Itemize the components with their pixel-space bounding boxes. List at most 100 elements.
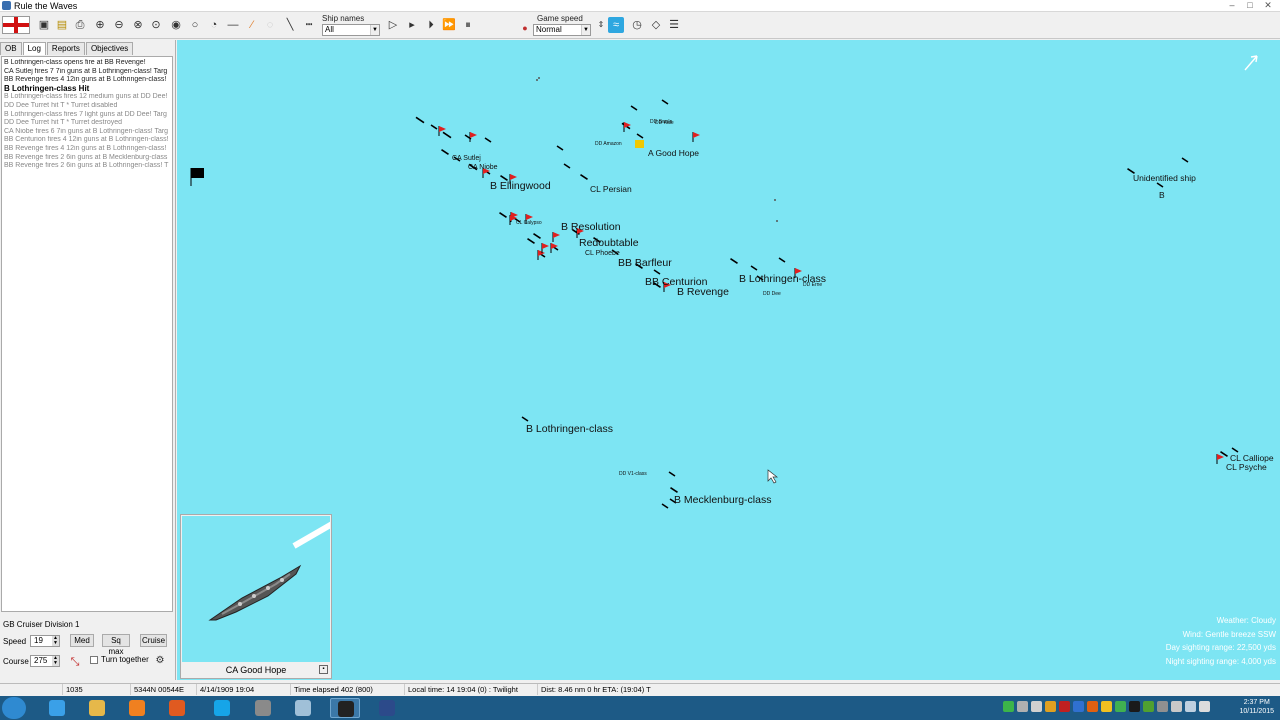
ship-label[interactable]: CL Psyche: [1226, 462, 1267, 472]
tray-icon[interactable]: [1059, 701, 1070, 712]
taskbar-app[interactable]: [288, 698, 318, 718]
ship-label[interactable]: B Ellingwood: [490, 180, 551, 192]
cruise-button[interactable]: Cruise: [140, 634, 167, 647]
zoom-fit-icon[interactable]: ⊗: [130, 17, 146, 33]
clock-icon[interactable]: ◷: [629, 17, 645, 33]
set-course-icon[interactable]: ⤡: [67, 654, 83, 670]
ship-label[interactable]: CL Persian: [590, 184, 632, 194]
ship-names-select[interactable]: All ▼: [322, 24, 380, 36]
ship-label[interactable]: DD Erne: [803, 282, 822, 288]
tab-objectives[interactable]: Objectives: [85, 42, 134, 55]
pause-icon[interactable]: ⏸: [460, 17, 476, 33]
close-button[interactable]: ✕: [1260, 0, 1276, 10]
ship-label[interactable]: B Mecklenburg-class: [674, 494, 771, 506]
zoom-reset-icon[interactable]: ⊙: [148, 17, 164, 33]
tactical-map[interactable]: B Ellingwood CL Persian A Good Hope B Resol…: [177, 40, 1280, 680]
lock-icon[interactable]: ▪: [319, 665, 328, 674]
save-icon[interactable]: ▣: [36, 17, 52, 33]
gear-icon[interactable]: ⚙: [152, 653, 168, 669]
step-5-icon[interactable]: ▸: [404, 17, 420, 33]
ship-label[interactable]: B Resolution: [561, 221, 621, 233]
clock[interactable]: 2:37 PM 10/11/2015: [1239, 698, 1274, 716]
tray-icon[interactable]: [1045, 701, 1056, 712]
print-icon[interactable]: ⎙: [72, 17, 88, 33]
taskbar-media[interactable]: [122, 698, 152, 718]
tray-icon[interactable]: [1073, 701, 1084, 712]
taskbar-skype[interactable]: [207, 698, 237, 718]
ship-label[interactable]: BB Barfleur: [618, 257, 672, 269]
tray-icon[interactable]: [1087, 701, 1098, 712]
ship-label[interactable]: CL Phoebe: [585, 250, 620, 257]
play-step-icon[interactable]: ▷: [385, 17, 401, 33]
ship-label[interactable]: DD Swale: [650, 119, 672, 125]
settings-icon[interactable]: ☰: [666, 17, 682, 33]
speed-input[interactable]: 19 ▲ ▼: [30, 635, 60, 647]
tray-icon[interactable]: [1129, 701, 1140, 712]
ship-label[interactable]: CA Niobe: [468, 164, 498, 171]
formation-icon[interactable]: ┅: [301, 17, 317, 33]
ship-label[interactable]: B: [1159, 190, 1165, 200]
stop-icon[interactable]: ●: [519, 22, 531, 34]
tray-icon[interactable]: [1143, 701, 1154, 712]
tray-icon[interactable]: [1003, 701, 1014, 712]
zoom-out-icon[interactable]: ⊖: [111, 17, 127, 33]
diamond-icon[interactable]: ◇: [648, 17, 664, 33]
range-circle-icon[interactable]: ○: [187, 17, 203, 33]
ship-label[interactable]: CL Calypso: [516, 220, 542, 226]
step-15-icon[interactable]: ⏵: [423, 17, 439, 33]
ship-label[interactable]: B Lothringen-class: [526, 423, 613, 435]
tray-icon[interactable]: [1115, 701, 1126, 712]
ship-label[interactable]: Unidentified ship: [1133, 173, 1196, 183]
ship-label[interactable]: DD Dee: [763, 291, 781, 297]
spinner-arrows-icon[interactable]: ▲ ▼: [52, 656, 59, 666]
tray-icon[interactable]: [1199, 701, 1210, 712]
log-entry: B Lothringen-class Hit: [4, 84, 90, 93]
toolbar: ▣ ▤ ⎙ ⊕ ⊖ ⊗ ⊙ ◉ ○ ◔ — ⁄ ◌ ╲ ┅ Ship names…: [0, 12, 1280, 39]
med-speed-button[interactable]: Med: [70, 634, 94, 647]
line-icon[interactable]: —: [225, 17, 241, 33]
speed-spinner-icon[interactable]: ⇕: [593, 17, 609, 33]
panel-tabs: OB Log Reports Objectives: [0, 42, 134, 56]
taskbar-firefox[interactable]: [162, 698, 192, 718]
taskbar-ie[interactable]: [42, 698, 72, 718]
sq-max-button[interactable]: Sq max: [102, 634, 130, 656]
notes-icon[interactable]: ▤: [54, 17, 70, 33]
taskbar-rtw[interactable]: [372, 698, 402, 718]
ship-marker: [1156, 182, 1164, 188]
turn-together-checkbox[interactable]: [90, 656, 98, 664]
step-30-icon[interactable]: ⏩: [441, 17, 457, 33]
tray-icon[interactable]: [1157, 701, 1168, 712]
spinner-arrows-icon[interactable]: ▲ ▼: [52, 636, 59, 646]
course-input[interactable]: 275 ▲ ▼: [30, 655, 60, 667]
ship-marker: [415, 116, 425, 124]
battle-log[interactable]: B Lothringen-class opens fire at BB Reve…: [1, 56, 173, 612]
ship-label[interactable]: CA Sutlej: [452, 155, 481, 162]
tray-icon[interactable]: [1031, 701, 1042, 712]
taskbar-tools[interactable]: [248, 698, 278, 718]
maximize-button[interactable]: □: [1242, 0, 1258, 10]
tray-icon[interactable]: [1101, 701, 1112, 712]
center-icon[interactable]: ◉: [168, 17, 184, 33]
tray-icon[interactable]: [1171, 701, 1182, 712]
ship-label[interactable]: DD Amazon: [595, 141, 622, 147]
timer-icon[interactable]: ◔: [206, 17, 222, 33]
ship-label[interactable]: A Good Hope: [648, 148, 699, 158]
taskbar-explorer[interactable]: [82, 698, 112, 718]
zoom-in-icon[interactable]: ⊕: [92, 17, 108, 33]
map-mode-icon[interactable]: ≈: [608, 17, 624, 33]
ship-label[interactable]: B Revenge: [677, 286, 729, 298]
tab-reports[interactable]: Reports: [46, 42, 85, 55]
tray-icon[interactable]: [1185, 701, 1196, 712]
taskbar-recorder[interactable]: [330, 698, 360, 718]
game-speed-select[interactable]: Normal ▼: [533, 24, 591, 36]
tab-ob[interactable]: OB: [0, 42, 22, 55]
ship-label[interactable]: DD V1-class: [619, 471, 647, 477]
start-button[interactable]: [2, 697, 26, 719]
torpedo-icon[interactable]: ⁄: [244, 17, 260, 33]
tray-icon[interactable]: [1017, 701, 1028, 712]
nation-flag-icon[interactable]: [2, 16, 30, 34]
ship-label[interactable]: Redoubtable: [579, 237, 639, 249]
measure-icon[interactable]: ╲: [282, 17, 298, 33]
minimize-button[interactable]: –: [1224, 0, 1240, 10]
tab-log[interactable]: Log: [22, 42, 46, 55]
